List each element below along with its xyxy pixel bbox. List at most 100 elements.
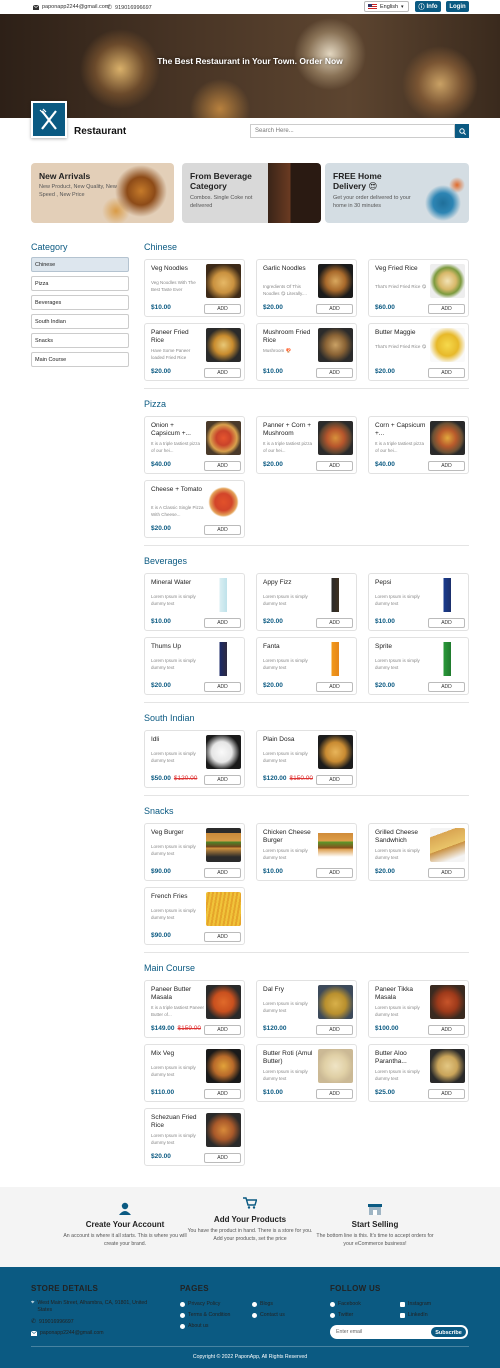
add-to-cart-button[interactable]: ADD	[316, 461, 353, 471]
add-to-cart-button[interactable]: ADD	[428, 618, 465, 628]
sidebar-item-chinese[interactable]: Chinese	[31, 257, 129, 272]
add-to-cart-button[interactable]: ADD	[428, 1089, 465, 1099]
product-card[interactable]: Thums Up Lorem Ipsum is simply dummy text…	[144, 637, 245, 695]
add-to-cart-button[interactable]: ADD	[204, 682, 241, 692]
product-card[interactable]: Plain Dosa Lorem Ipsum is simply dummy te…	[256, 730, 357, 788]
brand-name[interactable]: Restaurant	[74, 126, 126, 137]
language-select[interactable]: English ▾	[364, 1, 409, 12]
product-card[interactable]: Dal Fry Lorem Ipsum is simply dummy text $…	[256, 980, 357, 1038]
product-card[interactable]: Pepsi Lorem Ipsum is simply dummy text $10…	[368, 573, 469, 631]
product-card[interactable]: Butter Maggie That's Fried Fried Rice 😋 $2…	[368, 323, 469, 381]
add-to-cart-button[interactable]: ADD	[316, 682, 353, 692]
footer-link-contact[interactable]: Contact us	[252, 1312, 285, 1319]
footer-email[interactable]: paponapp2244@gmail.com	[31, 1330, 104, 1337]
product-card[interactable]: Paneer Butter Masala It is a triple tasti…	[144, 980, 245, 1038]
topbar-email[interactable]: paponapp2244@gmail.com	[33, 4, 109, 10]
add-to-cart-button[interactable]: ADD	[428, 368, 465, 378]
add-to-cart-button[interactable]: ADD	[204, 1025, 241, 1035]
product-image	[430, 828, 465, 862]
search-input[interactable]: Search Here...	[250, 124, 455, 138]
add-to-cart-button[interactable]: ADD	[204, 868, 241, 878]
product-card[interactable]: Grilled Cheese Sandwhich Lorem Ipsum is s…	[368, 823, 469, 881]
product-card[interactable]: Cheese + Tomato It is A Classic Single Pi…	[144, 480, 245, 538]
product-card[interactable]: Veg Fried Rice That's Fried Fried Rice 😋 $…	[368, 259, 469, 317]
newsletter-email-input[interactable]: Enter email	[336, 1329, 362, 1335]
social-facebook[interactable]: Facebook	[330, 1301, 361, 1308]
product-card[interactable]: Panner + Corn + Mushroom It is a triple t…	[256, 416, 357, 474]
add-to-cart-button[interactable]: ADD	[204, 1089, 241, 1099]
product-card[interactable]: Corn + Capsicum +... It is a triple tasti…	[368, 416, 469, 474]
facebook-icon	[330, 1302, 335, 1307]
product-card[interactable]: French Fries Lorem Ipsum is simply dummy …	[144, 887, 245, 945]
subscribe-button[interactable]: Subscribe	[430, 1326, 467, 1338]
add-to-cart-button[interactable]: ADD	[316, 1089, 353, 1099]
product-price-old: $120.00	[173, 775, 198, 782]
add-to-cart-button[interactable]: ADD	[204, 525, 241, 535]
product-price-current: $25.00	[375, 1089, 395, 1096]
product-card[interactable]: Mineral Water Lorem Ipsum is simply dummy…	[144, 573, 245, 631]
add-to-cart-button[interactable]: ADD	[204, 775, 241, 785]
chevron-right-icon	[180, 1302, 185, 1307]
footer-link-about[interactable]: About us	[180, 1323, 208, 1330]
add-to-cart-button[interactable]: ADD	[316, 368, 353, 378]
sidebar-item-beverages[interactable]: Beverages	[31, 295, 129, 310]
product-card[interactable]: Garlic Noodles Ingredients Of This Noodle…	[256, 259, 357, 317]
social-instagram[interactable]: Instagram	[400, 1301, 431, 1308]
promo-banner[interactable]: FREE Home Delivery 😍 Get your order deliv…	[325, 163, 469, 223]
sidebar-item-pizza[interactable]: Pizza	[31, 276, 129, 291]
add-to-cart-button[interactable]: ADD	[316, 618, 353, 628]
add-to-cart-button[interactable]: ADD	[428, 868, 465, 878]
sidebar-item-main-course[interactable]: Main Course	[31, 352, 129, 367]
add-to-cart-button[interactable]: ADD	[204, 932, 241, 942]
info-button[interactable]: ⓘ Info	[415, 1, 441, 12]
add-to-cart-button[interactable]: ADD	[204, 368, 241, 378]
sidebar-item-snacks[interactable]: Snacks	[31, 333, 129, 348]
add-to-cart-button[interactable]: ADD	[316, 775, 353, 785]
topbar-phone[interactable]: ✆ 919016996697	[107, 4, 152, 12]
product-card[interactable]: Paneer Fried Rice Have Some Paneer loaded…	[144, 323, 245, 381]
product-card[interactable]: Fanta Lorem Ipsum is simply dummy text $20…	[256, 637, 357, 695]
add-to-cart-button[interactable]: ADD	[316, 868, 353, 878]
product-card[interactable]: Sprite Lorem Ipsum is simply dummy text $2…	[368, 637, 469, 695]
add-to-cart-button[interactable]: ADD	[316, 304, 353, 314]
add-to-cart-button[interactable]: ADD	[428, 461, 465, 471]
product-card[interactable]: Chicken Cheese Burger Lorem Ipsum is simp…	[256, 823, 357, 881]
add-to-cart-button[interactable]: ADD	[204, 618, 241, 628]
add-to-cart-button[interactable]: ADD	[428, 304, 465, 314]
restaurant-logo[interactable]	[31, 101, 67, 138]
mail-icon	[33, 4, 39, 10]
product-card[interactable]: Appy Fizz Lorem Ipsum is simply dummy tex…	[256, 573, 357, 631]
social-label: Facebook	[338, 1301, 361, 1307]
product-card[interactable]: Butter Roti (Amul Butter) Lorem Ipsum is …	[256, 1044, 357, 1102]
social-linkedin[interactable]: LinkedIn	[400, 1312, 428, 1319]
add-to-cart-button[interactable]: ADD	[316, 1025, 353, 1035]
product-card[interactable]: Paneer Tikka Masala Lorem Ipsum is simply…	[368, 980, 469, 1038]
product-card[interactable]: Schezuan Fried Rice Lorem Ipsum is simply…	[144, 1108, 245, 1166]
product-card[interactable]: Mix Veg Lorem Ipsum is simply dummy text $…	[144, 1044, 245, 1102]
product-card[interactable]: Butter Aloo Parantha... Lorem Ipsum is si…	[368, 1044, 469, 1102]
social-twitter[interactable]: Twitter	[330, 1312, 353, 1319]
product-card[interactable]: Mushroom Fried Rice Mushroom 🍄 $10.00 ADD	[256, 323, 357, 381]
footer-link-terms[interactable]: Terms & Condition	[180, 1312, 230, 1319]
product-price-current: $90.00	[151, 868, 171, 875]
footer-link-blogs[interactable]: Blogs	[252, 1301, 273, 1308]
product-image	[430, 642, 465, 676]
add-to-cart-button[interactable]: ADD	[428, 682, 465, 692]
footer-link-privacy[interactable]: Privacy Policy	[180, 1301, 220, 1308]
product-card[interactable]: Onion + Capsicum +... It is a triple tast…	[144, 416, 245, 474]
product-card[interactable]: Idli Lorem Ipsum is simply dummy text $50.…	[144, 730, 245, 788]
sidebar-item-south-indian[interactable]: South Indian	[31, 314, 129, 329]
promo-banner[interactable]: New Arrivals New Product, New Quality, Ne…	[31, 163, 174, 223]
info-icon: ⓘ	[418, 5, 425, 11]
product-card[interactable]: Veg Noodles Veg Noodles With The Best Tas…	[144, 259, 245, 317]
search-button[interactable]	[455, 124, 469, 138]
add-to-cart-button[interactable]: ADD	[204, 1153, 241, 1163]
product-price: $20.00	[263, 682, 283, 689]
footer-phone[interactable]: ✆ 919016996697	[31, 1319, 74, 1326]
product-card[interactable]: Veg Burger Lorem Ipsum is simply dummy te…	[144, 823, 245, 881]
login-button[interactable]: Login	[446, 1, 469, 12]
add-to-cart-button[interactable]: ADD	[204, 461, 241, 471]
promo-banner[interactable]: From Beverage Category Combos. Single Cok…	[182, 163, 321, 223]
add-to-cart-button[interactable]: ADD	[204, 304, 241, 314]
add-to-cart-button[interactable]: ADD	[428, 1025, 465, 1035]
